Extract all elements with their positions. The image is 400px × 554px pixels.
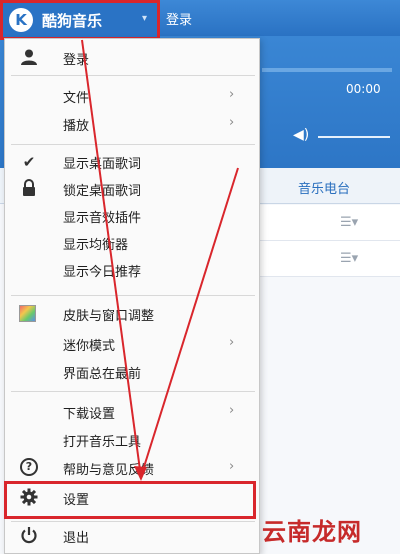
menu-divider [11,295,255,296]
user-icon [19,48,39,68]
annotation-highlight-logo [0,0,160,40]
menu-item-label: 退出 [63,531,90,546]
chevron-right-icon: › [229,335,235,350]
chevron-right-icon: › [229,115,235,130]
menu-item-label: 显示音效插件 [63,211,142,226]
menu-item-label: 播放 [63,119,90,134]
menu-item-file[interactable]: 文件 › [5,83,259,109]
volume-slider[interactable] [318,136,390,138]
menu-item-play[interactable]: 播放 › [5,111,259,137]
tab-music-radio[interactable]: 音乐电台 [298,178,350,197]
menu-item-show-daily-recommend[interactable]: 显示今日推荐 [5,257,259,283]
chevron-right-icon: › [229,403,235,418]
menu-item-show-desktop-lyrics[interactable]: ✔ 显示桌面歌词 [5,149,259,175]
menu-item-show-effects-plugin[interactable]: 显示音效插件 [5,203,259,229]
list-item[interactable]: ☰▾ [260,241,400,277]
chevron-right-icon: › [229,87,235,102]
palette-icon [19,305,36,322]
menu-divider [11,521,255,522]
menu-divider [11,391,255,392]
annotation-highlight-settings [4,481,256,519]
menu-item-skin-window[interactable]: 皮肤与窗口调整 [5,301,259,327]
menu-item-label: 显示均衡器 [63,238,129,253]
menu-item-mini-mode[interactable]: 迷你模式 › [5,331,259,357]
watermark-text: 云南龙网 [262,518,362,546]
menu-item-always-on-top[interactable]: 界面总在最前 [5,359,259,385]
menu-item-label: 皮肤与窗口调整 [63,309,155,324]
menu-item-label: 显示桌面歌词 [63,157,142,172]
menu-item-login[interactable]: 登录 [5,45,259,71]
menu-item-label: 迷你模式 [63,339,116,354]
titlebar-login-link[interactable]: 登录 [166,9,192,28]
volume-icon[interactable]: ◀) [293,127,311,145]
menu-item-label: 打开音乐工具 [63,435,142,450]
menu-divider [11,144,255,145]
menu-item-label: 登录 [63,53,90,68]
menu-item-exit[interactable]: 退出 [5,523,259,549]
menu-item-label: 显示今日推荐 [63,265,142,280]
check-icon: ✔ [22,153,36,171]
menu-divider [11,75,255,76]
power-icon [20,526,38,544]
menu-item-show-equalizer[interactable]: 显示均衡器 [5,230,259,256]
menu-item-label: 界面总在最前 [63,367,142,382]
menu-item-help-feedback[interactable]: ? 帮助与意见反馈 › [5,455,259,481]
menu-item-lock-desktop-lyrics[interactable]: 锁定桌面歌词 [5,176,259,202]
main-dropdown-menu: 登录 文件 › 播放 › ✔ 显示桌面歌词 锁定桌面歌词 显示音效插件 显示均衡… [4,38,260,554]
menu-item-download-settings[interactable]: 下载设置 › [5,399,259,425]
row-menu-icon[interactable]: ☰▾ [340,215,358,230]
row-menu-icon[interactable]: ☰▾ [340,251,358,266]
menu-item-label: 帮助与意见反馈 [63,463,155,478]
chevron-right-icon: › [229,459,235,474]
menu-item-label: 下载设置 [63,407,116,422]
playback-time: 00:00 [346,82,381,96]
menu-item-label: 锁定桌面歌词 [63,184,142,199]
progress-track[interactable] [262,68,392,72]
lock-icon [19,179,39,199]
menu-item-label: 文件 [63,91,90,106]
menu-item-open-music-tools[interactable]: 打开音乐工具 [5,427,259,453]
help-icon: ? [20,458,38,476]
list-item[interactable]: ☰▾ [260,205,400,241]
